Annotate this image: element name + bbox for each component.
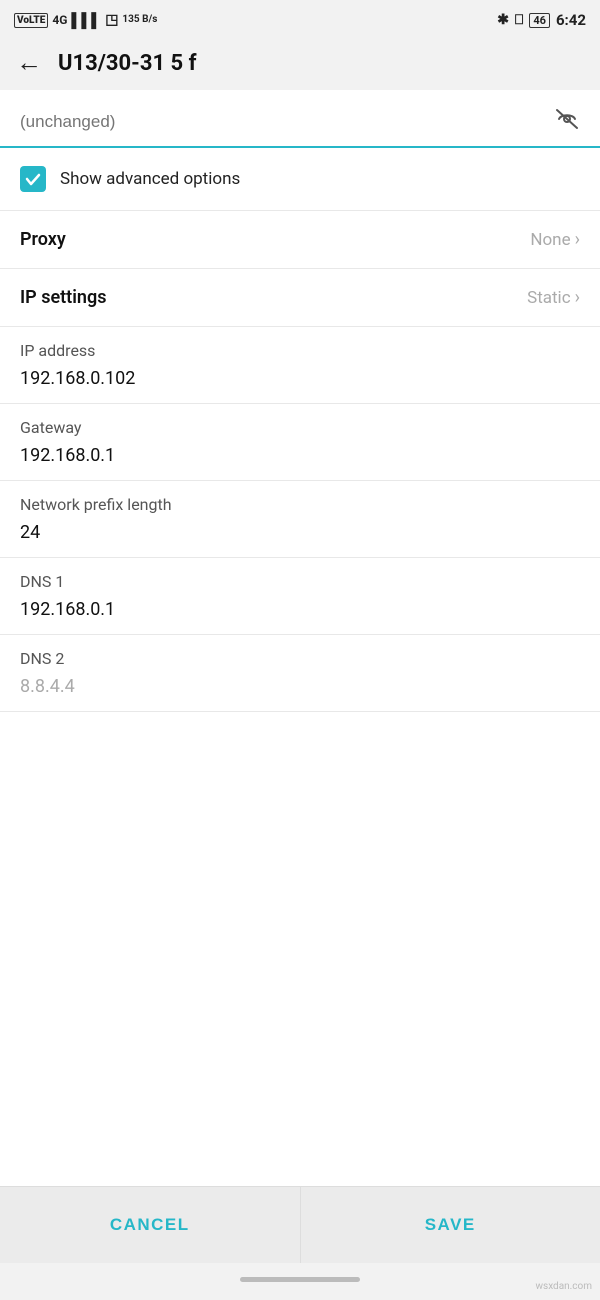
field-value-1[interactable]: 192.168.0.1 bbox=[20, 445, 580, 470]
field-sublabel-3: DNS 1 bbox=[20, 572, 580, 591]
back-button[interactable]: ← bbox=[16, 50, 42, 76]
home-indicator bbox=[0, 1263, 600, 1300]
field-sublabel-0: IP address bbox=[20, 341, 580, 360]
bottom-buttons: CANCEL SAVE bbox=[0, 1186, 600, 1263]
ip-settings-chevron-icon: › bbox=[575, 287, 580, 308]
status-right: ✱ ⎕ 46 6:42 bbox=[497, 11, 586, 29]
cancel-button[interactable]: CANCEL bbox=[0, 1187, 301, 1263]
time-display: 6:42 bbox=[556, 11, 586, 29]
signal-label: 4G bbox=[52, 13, 67, 27]
fields-container: IP address 192.168.0.102 Gateway 192.168… bbox=[0, 327, 600, 712]
header: ← U13/30-31 5 f bbox=[0, 40, 600, 90]
field-value-3[interactable]: 192.168.0.1 bbox=[20, 599, 580, 624]
proxy-value: None › bbox=[530, 229, 580, 250]
content-area: Show advanced options Proxy None › IP se… bbox=[0, 90, 600, 1186]
ip-settings-value: Static › bbox=[527, 287, 580, 308]
field-sublabel-1: Gateway bbox=[20, 418, 580, 437]
status-bar: VoLTE 4G ▌▌▌ ◳ 135 B/s ✱ ⎕ 46 6:42 bbox=[0, 0, 600, 40]
signal-bars: ▌▌▌ bbox=[71, 12, 101, 29]
home-bar bbox=[240, 1277, 360, 1282]
toggle-password-visibility-icon[interactable] bbox=[554, 108, 580, 136]
password-field-row bbox=[0, 90, 600, 148]
status-left: VoLTE 4G ▌▌▌ ◳ 135 B/s bbox=[14, 12, 157, 29]
field-value-0[interactable]: 192.168.0.102 bbox=[20, 368, 580, 393]
battery-indicator: 46 bbox=[529, 13, 550, 28]
proxy-row[interactable]: Proxy None › bbox=[0, 211, 600, 269]
field-group-2: Network prefix length 24 bbox=[0, 481, 600, 558]
field-sublabel-4: DNS 2 bbox=[20, 649, 580, 668]
device-icon: ⎕ bbox=[515, 12, 523, 28]
field-value-4[interactable]: 8.8.4.4 bbox=[20, 676, 580, 701]
field-group-0: IP address 192.168.0.102 bbox=[0, 327, 600, 404]
wifi-icon: ◳ bbox=[105, 12, 118, 28]
field-value-2[interactable]: 24 bbox=[20, 522, 580, 547]
watermark: wsxdan.com bbox=[536, 1281, 592, 1292]
field-group-3: DNS 1 192.168.0.1 bbox=[0, 558, 600, 635]
save-button[interactable]: SAVE bbox=[301, 1187, 600, 1263]
advanced-options-checkbox[interactable] bbox=[20, 166, 46, 192]
bluetooth-icon: ✱ bbox=[497, 12, 509, 28]
ip-settings-row[interactable]: IP settings Static › bbox=[0, 269, 600, 327]
field-group-4: DNS 2 8.8.4.4 bbox=[0, 635, 600, 712]
ip-settings-label: IP settings bbox=[20, 287, 106, 308]
proxy-label: Proxy bbox=[20, 229, 66, 250]
field-sublabel-2: Network prefix length bbox=[20, 495, 580, 514]
proxy-chevron-icon: › bbox=[575, 229, 580, 250]
password-input[interactable] bbox=[20, 112, 554, 132]
advanced-options-label: Show advanced options bbox=[60, 169, 240, 189]
data-speed: 135 B/s bbox=[122, 14, 157, 26]
field-group-1: Gateway 192.168.0.1 bbox=[0, 404, 600, 481]
volte-label: VoLTE bbox=[14, 13, 48, 28]
page-title: U13/30-31 5 f bbox=[58, 51, 197, 76]
advanced-options-row[interactable]: Show advanced options bbox=[0, 148, 600, 211]
